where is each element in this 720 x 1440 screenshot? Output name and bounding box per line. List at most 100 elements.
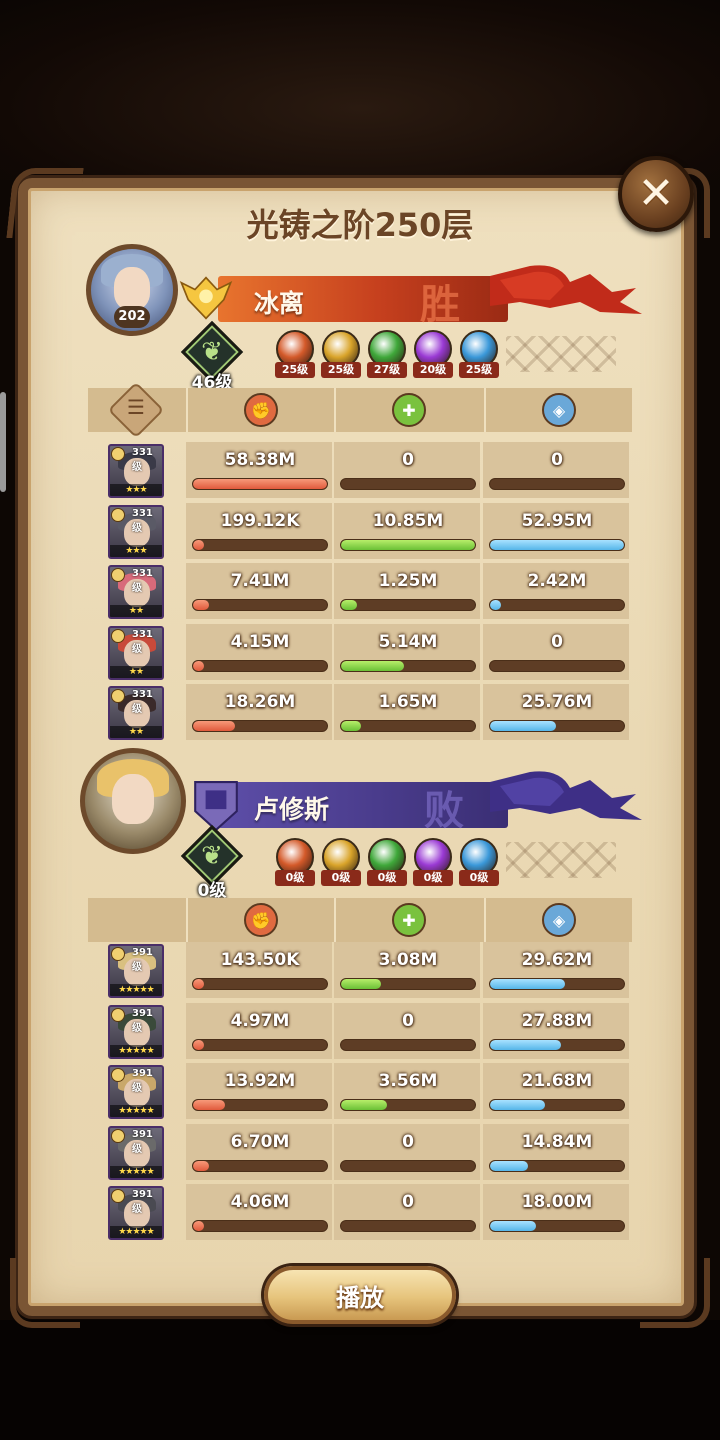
scrollbar[interactable] — [0, 392, 6, 492]
heal-bar — [340, 599, 476, 611]
hero-portrait[interactable]: 331级 ★★ — [108, 565, 164, 619]
damage-value: 58.38M — [224, 450, 296, 470]
shield-bar-fill — [490, 1039, 562, 1050]
damage-value: 199.12K — [220, 510, 300, 531]
hero-portrait[interactable]: 331级 ★★★ — [108, 444, 164, 498]
damage-value: 7.41M — [230, 571, 290, 591]
shield-bar-fill — [490, 721, 556, 731]
faction-level: 0级 — [275, 870, 315, 886]
shield-bar-fill — [490, 1100, 545, 1110]
hero-stars: ★★★ — [110, 484, 162, 496]
damage-value: 4.97M — [230, 1010, 290, 1031]
damage-bar-fill — [193, 1100, 226, 1110]
heal-bar — [340, 1159, 476, 1172]
hero-badge-icon — [111, 1189, 125, 1203]
tree-icon: ❦ — [201, 841, 223, 871]
hero-portrait[interactable]: 391级 ★★★★★ — [108, 1004, 164, 1059]
hero-level: 391级 — [132, 1068, 153, 1094]
heal-bar-fill — [341, 979, 382, 989]
hero-badge-icon — [111, 568, 125, 582]
hero-level: 391级 — [132, 1007, 153, 1034]
shield-bar — [489, 1220, 625, 1232]
shield-bar — [489, 1038, 625, 1051]
heal-value: 1.65M — [378, 692, 438, 712]
damage-bar — [192, 1159, 328, 1172]
faction-level: 0级 — [413, 870, 453, 886]
hero-stars: ★★★ — [110, 544, 162, 557]
close-button[interactable]: ✕ — [618, 156, 694, 232]
hero-portrait[interactable]: 331级 ★★ — [108, 625, 164, 680]
winner-avatar-level: 202 — [114, 306, 150, 328]
table-row: 391级 ★★★★★ 4.97M 0 27.88M — [88, 1002, 632, 1059]
hero-level: 391级 — [132, 1189, 153, 1215]
damage-bar — [192, 978, 328, 990]
hero-level: 391级 — [132, 1128, 153, 1155]
hero-badge-icon — [111, 507, 125, 522]
detail-icon[interactable]: ☰ — [116, 395, 156, 419]
play-button[interactable]: 播放 — [264, 1266, 456, 1324]
damage-bar — [192, 1038, 328, 1051]
decor-pattern — [506, 842, 616, 878]
damage-value: 143.50K — [220, 950, 300, 970]
heal-bar-fill — [341, 660, 404, 671]
shield-value: 0 — [551, 631, 563, 652]
winner-flag-icon — [490, 265, 642, 314]
shield-icon: ◈ — [542, 393, 576, 427]
heal-bar — [340, 1220, 476, 1232]
hero-badge-icon — [111, 1007, 125, 1022]
hero-stars: ★★★★★ — [110, 1226, 162, 1238]
shield-value: 25.76M — [521, 692, 593, 712]
hero-level: 331级 — [132, 507, 153, 534]
heal-value: 5.14M — [378, 631, 438, 652]
divider — [186, 388, 188, 432]
shield-bar — [489, 720, 625, 732]
shield-bar — [489, 538, 625, 551]
hero-portrait[interactable]: 391级 ★★★★★ — [108, 1125, 164, 1180]
hero-level: 331级 — [132, 689, 153, 715]
damage-value: 6.70M — [230, 1131, 290, 1152]
table-row: 331级 ★★ 18.26M 1.65M 25.76M — [88, 684, 632, 740]
divider — [334, 898, 336, 942]
faction-level: 25级 — [459, 362, 499, 378]
hero-stars: ★★★★★ — [110, 1165, 162, 1178]
shield-bar-fill — [490, 979, 566, 989]
play-button-label: 播放 — [336, 1283, 384, 1312]
shield-bar-fill — [490, 1221, 536, 1231]
shield-value: 14.84M — [521, 1131, 593, 1152]
hero-portrait[interactable]: 331级 ★★★ — [108, 504, 164, 559]
damage-bar — [192, 599, 328, 611]
damage-bar-fill — [193, 721, 235, 731]
hero-portrait[interactable]: 331级 ★★ — [108, 686, 164, 740]
loser-name: 卢修斯 — [254, 795, 330, 824]
faction-level: 0级 — [367, 870, 407, 886]
hero-badge-icon — [111, 1068, 125, 1082]
damage-bar — [192, 1099, 328, 1111]
hero-level: 331级 — [132, 447, 153, 473]
damage-bar — [192, 538, 328, 551]
shield-bar-fill — [490, 539, 624, 550]
heal-bar — [340, 538, 476, 551]
heal-value: 0 — [402, 1010, 414, 1031]
table-row: 391级 ★★★★★ 4.06M 0 18.00M — [88, 1184, 632, 1240]
hero-badge-icon — [111, 947, 125, 961]
shield-icon: ◈ — [542, 903, 576, 937]
hero-portrait[interactable]: 391级 ★★★★★ — [108, 1065, 164, 1119]
divider — [484, 388, 486, 432]
divider — [484, 898, 486, 942]
damage-bar — [192, 1220, 328, 1232]
faction-level: 25级 — [275, 362, 315, 378]
hero-portrait[interactable]: 391级 ★★★★★ — [108, 1186, 164, 1240]
hero-portrait[interactable]: 391级 ★★★★★ — [108, 944, 164, 998]
avatar-face — [111, 774, 155, 825]
heal-bar — [340, 1099, 476, 1111]
damage-value: 4.06M — [230, 1192, 290, 1212]
heal-bar-fill — [341, 721, 362, 731]
shield-bar — [489, 659, 625, 672]
faction-level: 25级 — [321, 362, 361, 378]
damage-value: 18.26M — [224, 692, 296, 712]
shield-bar — [489, 599, 625, 611]
loser-avatar[interactable] — [80, 748, 186, 854]
damage-bar — [192, 659, 328, 672]
heal-icon: ✚ — [392, 903, 426, 937]
faction-level: 0级 — [321, 870, 361, 886]
